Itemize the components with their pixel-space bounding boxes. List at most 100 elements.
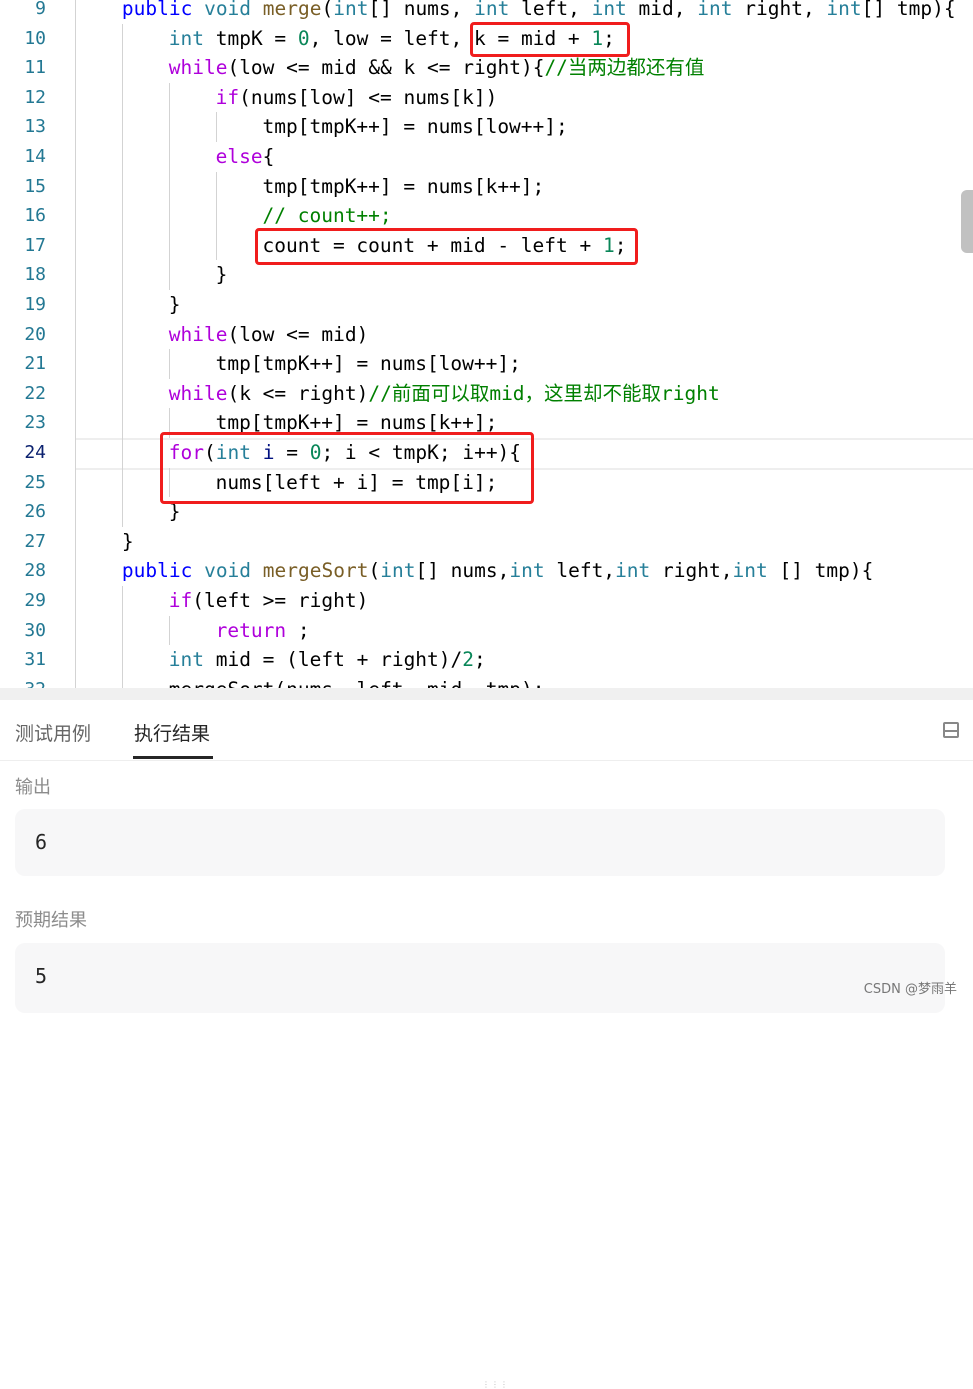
watermark: CSDN @梦雨羊 [863, 982, 957, 997]
indent-guide [75, 319, 76, 350]
indent-guide [168, 201, 170, 231]
code-line[interactable]: 22 while(k <= right)//前面可以取mid，这里却不能取righ… [0, 378, 973, 409]
code-token: ( [321, 0, 334, 20]
indent-guide [215, 112, 217, 142]
code-token: mergeSort(nums, left, mid, tmp); [169, 678, 545, 688]
code-token: return [215, 618, 287, 642]
editor-scrollbar[interactable] [961, 190, 973, 253]
line-number: 12 [24, 86, 46, 108]
tab-run-result[interactable]: 执行结果 [134, 719, 210, 746]
code-line[interactable]: 16 // count++; [0, 201, 973, 231]
expected-value: 5 [15, 943, 945, 1013]
indent-guide [215, 201, 217, 231]
code-token: right, [732, 0, 827, 20]
code-text: } [216, 260, 228, 290]
code-line[interactable]: 20 while(low <= mid) [0, 319, 973, 350]
code-line[interactable]: 21 tmp[tmpK++] = nums[low++]; [0, 349, 973, 379]
code-token: [] nums, [415, 559, 510, 583]
line-number: 29 [24, 590, 46, 611]
code-text: int mid = (left + right)/2; [169, 645, 486, 675]
code-line[interactable]: 32 mergeSort(nums, left, mid, tmp); [0, 674, 973, 688]
code-editor[interactable]: 9 public void merge(int[] nums, int left,… [0, 0, 973, 688]
code-token: int [732, 559, 768, 583]
code-line[interactable]: 11 while(low <= mid && k <= right){//当两边都… [0, 53, 973, 83]
line-number: 20 [24, 323, 46, 345]
code-token: tmp[tmpK++] = nums[k++]; [262, 174, 545, 198]
indent-guide [168, 230, 170, 261]
indent-guide [75, 260, 76, 290]
code-text: public void mergeSort(int[] nums,int lef… [122, 556, 874, 586]
code-line[interactable]: 27} [0, 526, 973, 557]
indent-guide [75, 0, 76, 24]
line-number: 9 [35, 0, 46, 19]
indent-guide [75, 23, 76, 54]
panel-resize-handle[interactable]: ⋮⋮⋮ [0, 688, 973, 1389]
code-line[interactable]: 30 return ; [0, 615, 973, 646]
code-token: (nums[low] <= nums[k]) [239, 85, 498, 109]
indent-guide [121, 290, 123, 320]
code-token: tmpK = [203, 26, 298, 50]
code-line[interactable]: 13 tmp[tmpK++] = nums[low++]; [0, 112, 973, 142]
annotation-box-copy-loop [160, 432, 534, 504]
code-line[interactable]: 15 tmp[tmpK++] = nums[k++]; [0, 171, 973, 202]
indent-guide [121, 142, 123, 172]
grip-icon: ⋮⋮⋮ [482, 1380, 509, 1389]
code-token: (k <= right) [227, 381, 369, 405]
indent-guide [215, 230, 217, 261]
code-line[interactable]: 19} [0, 290, 973, 320]
layout-icon[interactable] [943, 722, 959, 738]
code-token: left, [544, 559, 616, 583]
code-token: merge [262, 0, 322, 20]
code-line[interactable]: 14 else{ [0, 142, 973, 172]
indent-guide [121, 349, 123, 379]
code-line[interactable]: 12 if(nums[low] <= nums[k]) [0, 82, 973, 113]
code-token: while [168, 56, 228, 80]
indent-guide [75, 112, 76, 142]
indent-guide [168, 82, 170, 113]
indent-guide [75, 408, 76, 438]
code-token: (low <= mid && k <= right){ [227, 56, 545, 80]
code-line[interactable]: 9 public void merge(int[] nums, int left,… [0, 0, 973, 24]
code-token: else [215, 145, 263, 168]
indent-guide [75, 171, 76, 202]
indent-guide [75, 674, 76, 688]
code-token: if [168, 589, 193, 612]
indent-guide [168, 260, 170, 290]
code-line[interactable]: 31 int mid = (left + right)/2; [0, 645, 973, 675]
code-token: tmp[tmpK++] = nums[low++]; [215, 352, 521, 376]
code-token: left, [509, 0, 592, 20]
line-number: 16 [24, 205, 46, 227]
code-line[interactable]: 28 public void mergeSort(int[] nums,int l… [0, 556, 973, 586]
indent-guide [121, 438, 123, 468]
indent-guide [168, 171, 170, 202]
code-token: { [262, 145, 275, 168]
indent-guide [121, 82, 123, 113]
line-number: 11 [24, 57, 46, 79]
tab-test-cases[interactable]: 测试用例 [15, 719, 91, 746]
code-token: } [121, 529, 134, 553]
indent-guide [75, 615, 76, 646]
code-text: mergeSort(nums, left, mid, tmp); [169, 675, 545, 688]
code-token: //当两边都还有值 [544, 56, 705, 80]
code-token: } [215, 263, 228, 287]
code-line[interactable]: 29 if(left >= right) [0, 586, 973, 616]
code-token: (left >= right) [192, 589, 369, 612]
indent-guide [168, 112, 170, 142]
indent-guide [121, 586, 123, 616]
line-number: 27 [24, 530, 46, 552]
line-number: 21 [24, 353, 46, 375]
indent-guide [75, 497, 76, 527]
line-number: 18 [24, 264, 46, 286]
line-number: 28 [24, 560, 46, 582]
result-tabs: 测试用例 执行结果 [0, 700, 973, 761]
indent-guide [215, 171, 217, 202]
indent-guide [121, 171, 123, 202]
code-text: while(k <= right)//前面可以取mid，这里却不能取right [169, 379, 720, 409]
indent-guide [121, 23, 123, 54]
code-token: int [168, 26, 204, 50]
active-tab-indicator [133, 756, 213, 759]
code-text: if(left >= right) [169, 586, 369, 616]
code-token: } [168, 293, 181, 316]
indent-guide [121, 53, 123, 83]
